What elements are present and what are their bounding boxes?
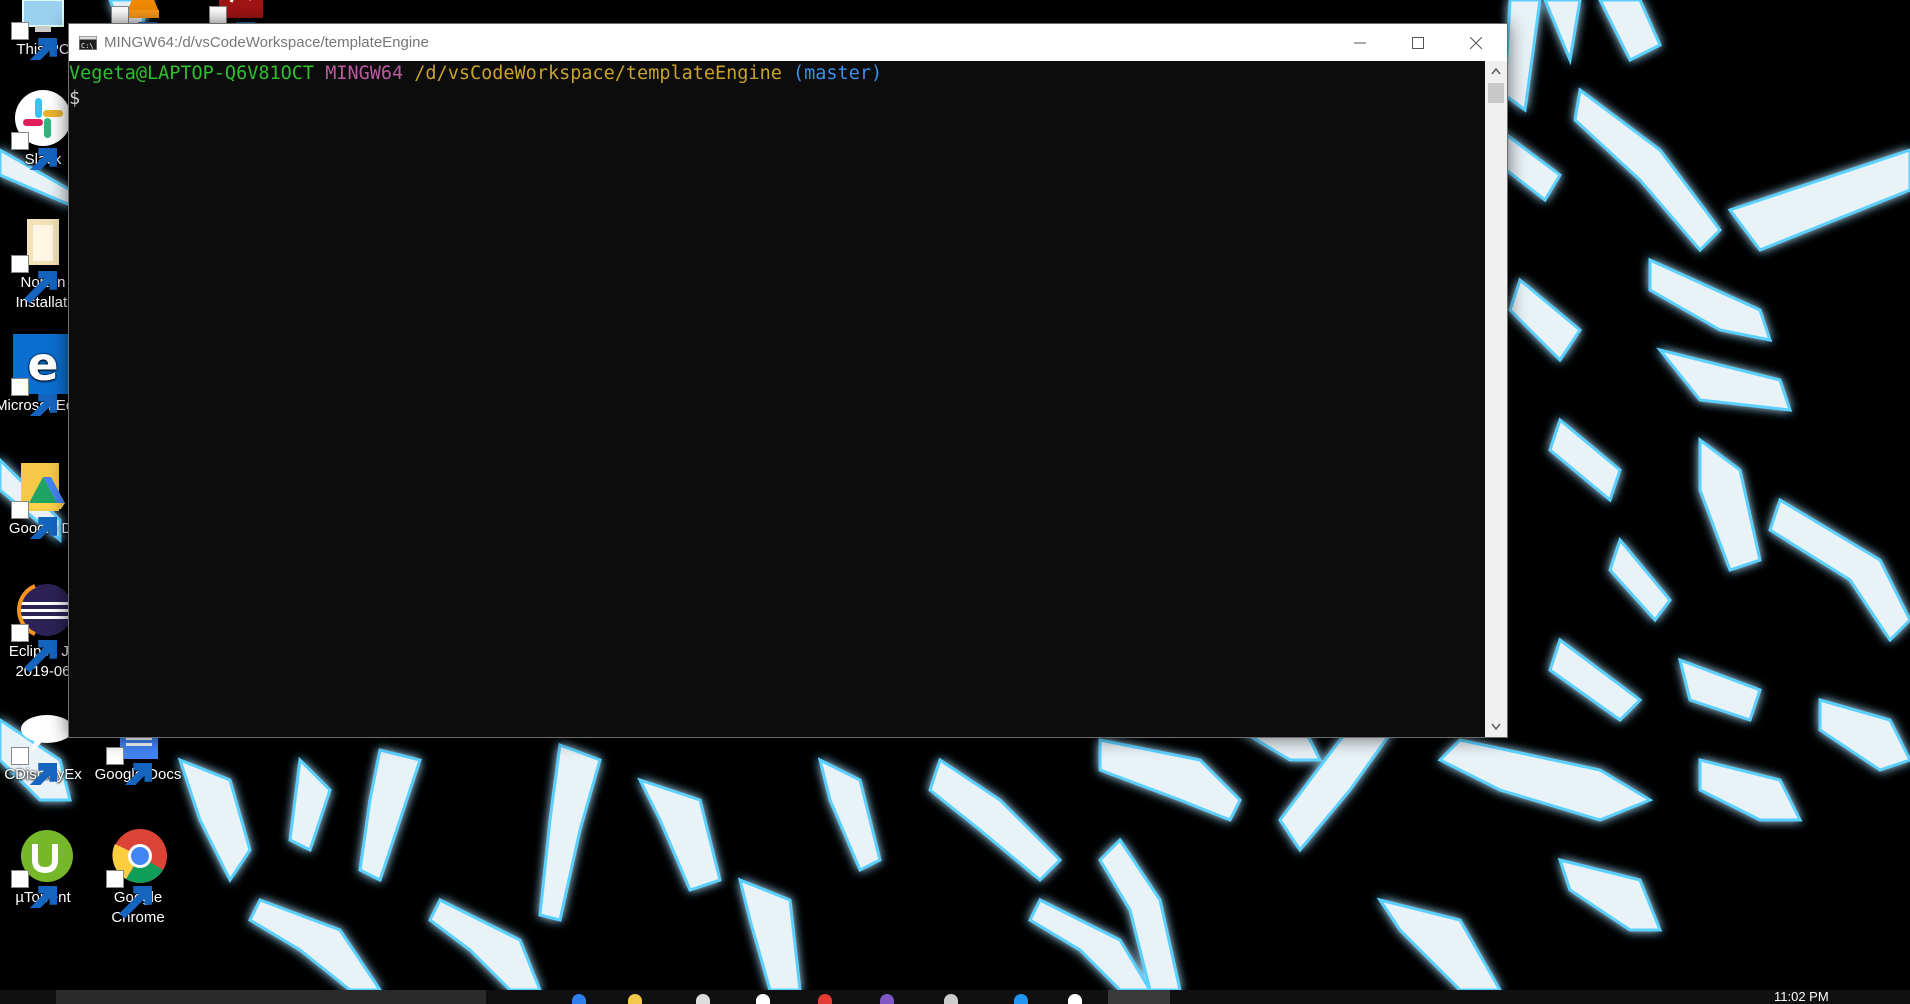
shortcut-arrow-icon [209, 6, 255, 24]
utorrent-icon [11, 826, 73, 908]
prompt-branch: (master) [793, 63, 883, 84]
taskbar-app-icon[interactable] [818, 994, 832, 1004]
terminal-window[interactable]: C:\ MINGW64:/d/vsCodeWorkspace/templateE… [68, 23, 1508, 738]
shortcut-arrow-icon [11, 255, 57, 304]
taskbar-app-icon[interactable] [696, 994, 710, 1004]
desktop-icon-chrome[interactable]: Google Chrome [90, 826, 186, 928]
shortcut-arrow-icon [11, 378, 57, 416]
taskbar-app-icon[interactable] [880, 994, 894, 1004]
prompt-system: MINGW64 [325, 63, 404, 84]
prompt-symbol: $ [69, 88, 81, 109]
taskbar-active-terminal[interactable] [1108, 990, 1170, 1004]
chevron-up-icon [1491, 67, 1501, 75]
shortcut-arrow-icon [11, 501, 57, 539]
prompt-user-host: Vegeta@LAPTOP-Q6V81OCT [69, 63, 315, 84]
chevron-down-icon [1491, 723, 1501, 731]
taskbar-app-icon[interactable] [1068, 994, 1082, 1004]
edge-icon: e [11, 334, 73, 416]
scroll-down-button[interactable] [1485, 717, 1507, 737]
close-button[interactable] [1447, 24, 1505, 61]
terminal-output[interactable]: Vegeta@LAPTOP-Q6V81OCT MINGW64 /d/vsCode… [69, 61, 1485, 737]
close-icon [1470, 37, 1482, 49]
command-line[interactable]: $ [69, 86, 1485, 111]
desktop: This PC Slack Norton Installati e Micros… [0, 0, 1910, 1004]
pdf-icon [209, 0, 271, 24]
shortcut-arrow-icon [106, 870, 152, 919]
computer-icon [11, 0, 73, 60]
shortcut-arrow-icon [106, 747, 152, 785]
taskbar-app-icon[interactable] [628, 994, 642, 1004]
shortcut-arrow-icon [11, 22, 57, 60]
scroll-thumb[interactable] [1488, 83, 1504, 103]
chrome-icon [106, 826, 168, 919]
taskbar[interactable]: 11:02 PM [0, 990, 1910, 1004]
shortcut-arrow-icon [11, 870, 57, 908]
minimize-icon [1354, 42, 1366, 44]
desktop-icon-utorrent[interactable]: µTorrent [0, 826, 91, 908]
maximize-button[interactable] [1389, 24, 1447, 61]
desktop-icon-pdf-reader[interactable] [193, 0, 289, 24]
svg-text:C:\: C:\ [81, 42, 94, 50]
taskbar-app-icon[interactable] [1014, 994, 1028, 1004]
google-drive-icon [11, 457, 73, 539]
taskbar-app-icon[interactable] [756, 994, 770, 1004]
shortcut-arrow-icon [11, 747, 57, 785]
taskbar-clock[interactable]: 11:02 PM [1774, 990, 1829, 1004]
shortcut-arrow-icon [11, 624, 57, 673]
window-title: MINGW64:/d/vsCodeWorkspace/templateEngin… [104, 34, 429, 51]
prompt-path: /d/vsCodeWorkspace/templateEngine [414, 63, 782, 84]
eclipse-icon [11, 580, 73, 673]
shortcut-arrow-icon [11, 132, 57, 170]
maximize-icon [1412, 37, 1424, 49]
slack-icon [11, 88, 73, 170]
taskbar-search-box[interactable] [56, 990, 486, 1004]
minimize-button[interactable] [1331, 24, 1389, 61]
prompt-line: Vegeta@LAPTOP-Q6V81OCT MINGW64 /d/vsCode… [69, 61, 1485, 86]
scroll-up-button[interactable] [1485, 61, 1507, 81]
folder-icon [11, 211, 73, 304]
vlc-icon [111, 0, 173, 24]
taskbar-app-icon[interactable] [572, 994, 586, 1004]
speech-bubble-icon [11, 703, 73, 785]
title-bar[interactable]: C:\ MINGW64:/d/vsCodeWorkspace/templateE… [69, 24, 1507, 61]
terminal-icon: C:\ [79, 36, 97, 50]
taskbar-app-icon[interactable] [944, 994, 958, 1004]
shortcut-arrow-icon [111, 6, 157, 24]
desktop-icon-vlc[interactable] [95, 0, 191, 24]
vertical-scrollbar[interactable] [1485, 61, 1507, 737]
